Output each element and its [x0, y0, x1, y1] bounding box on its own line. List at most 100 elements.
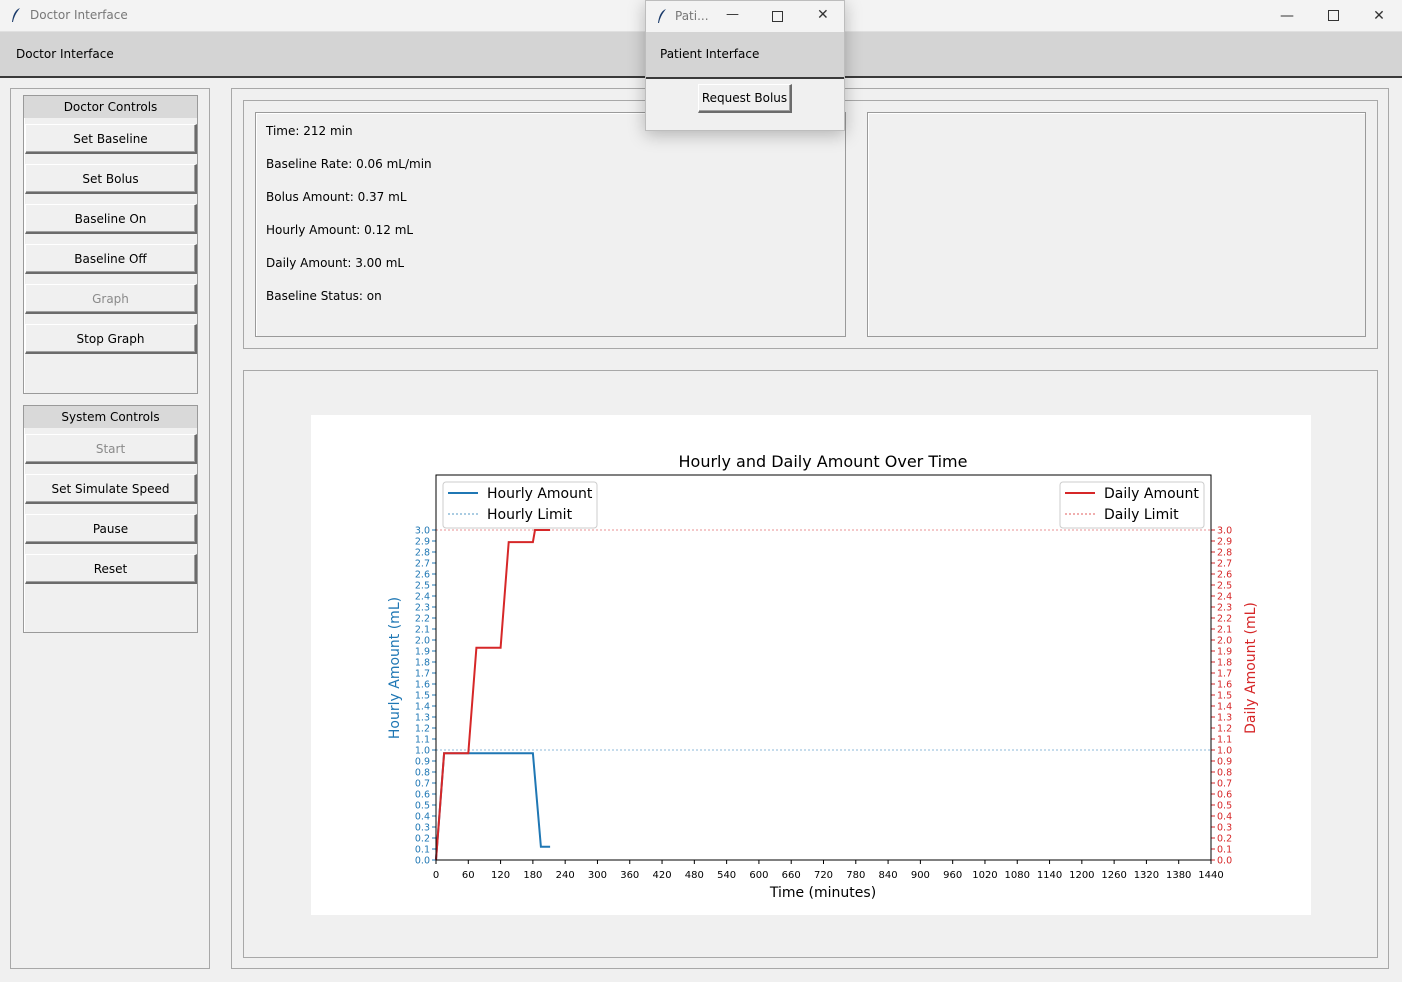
y-left-tick-label-25: 2.5 [415, 581, 430, 592]
y-right-tick-label-20: 2.0 [1217, 636, 1232, 647]
y-axis-right-label: Daily Amount (mL) [1243, 602, 1259, 734]
x-axis-label: Time (minutes) [769, 885, 876, 901]
x-tick-label-18: 1080 [1005, 870, 1030, 881]
y-right-tick-label-16: 1.6 [1217, 680, 1232, 691]
y-left-tick-label-15: 1.5 [415, 691, 430, 702]
status-info-panel: Time: 212 min Baseline Rate: 0.06 mL/min… [255, 112, 846, 337]
y-left-tick-label-14: 1.4 [415, 702, 430, 713]
x-tick-label-21: 1260 [1101, 870, 1126, 881]
x-tick-label-10: 600 [749, 870, 768, 881]
x-tick-label-22: 1320 [1134, 870, 1159, 881]
y-left-tick-label-26: 2.6 [415, 570, 430, 581]
reset-button[interactable]: Reset [25, 554, 197, 584]
set-bolus-button[interactable]: Set Bolus [25, 164, 197, 194]
x-tick-label-20: 1200 [1069, 870, 1094, 881]
y-right-tick-label-19: 1.9 [1217, 647, 1232, 658]
y-left-tick-label-12: 1.2 [415, 724, 430, 735]
x-tick-label-23: 1380 [1166, 870, 1191, 881]
y-right-tick-label-3: 0.3 [1217, 823, 1232, 834]
y-left-tick-label-3: 0.3 [415, 823, 430, 834]
patient-maximize-button[interactable] [772, 11, 783, 22]
feather-app-icon [12, 8, 20, 22]
set-baseline-button[interactable]: Set Baseline [25, 124, 197, 154]
y-right-tick-label-30: 3.0 [1217, 526, 1232, 537]
patient-minimize-button[interactable]: — [726, 7, 739, 22]
y-left-tick-label-9: 0.9 [415, 757, 430, 768]
y-left-tick-label-23: 2.3 [415, 603, 430, 614]
set-simulate-speed-button[interactable]: Set Simulate Speed [25, 474, 197, 504]
legend-left: Hourly Amount Hourly Limit [442, 481, 598, 529]
y-right-tick-label-13: 1.3 [1217, 713, 1232, 724]
y-right-tick-label-14: 1.4 [1217, 702, 1232, 713]
y-axis-left-label: Hourly Amount (mL) [387, 597, 403, 739]
maximize-button[interactable] [1310, 0, 1356, 31]
start-button[interactable]: Start [25, 434, 197, 464]
empty-status-panel [867, 112, 1366, 337]
patient-close-button[interactable]: ✕ [817, 7, 829, 23]
baseline-rate-readout: Baseline Rate: 0.06 mL/min [266, 157, 432, 171]
close-button[interactable]: ✕ [1356, 0, 1402, 31]
patient-header-bar: Patient Interface [646, 32, 844, 79]
doctor-controls-title: Doctor Controls [24, 96, 197, 118]
patient-title-bar[interactable]: Pati... — ✕ [646, 1, 844, 32]
plot-frame [435, 474, 1212, 861]
bolus-amount-readout: Bolus Amount: 0.37 mL [266, 190, 407, 204]
y-left-tick-label-1: 0.1 [415, 845, 430, 856]
y-left-tick-label-21: 2.1 [415, 625, 430, 636]
request-bolus-button[interactable]: Request Bolus [698, 84, 792, 113]
x-tick-label-15: 900 [911, 870, 930, 881]
y-left-tick-label-7: 0.7 [415, 779, 430, 790]
x-tick-label-1: 60 [462, 870, 475, 881]
x-tick-label-11: 660 [782, 870, 801, 881]
daily-amount-readout: Daily Amount: 3.00 mL [266, 256, 405, 270]
x-tick-label-14: 840 [879, 870, 898, 881]
baseline-on-button[interactable]: Baseline On [25, 204, 197, 234]
stop-graph-button[interactable]: Stop Graph [25, 324, 197, 354]
y-right-tick-label-24: 2.4 [1217, 592, 1232, 603]
y-left-tick-label-20: 2.0 [415, 636, 430, 647]
series-line-1 [435, 529, 551, 861]
x-tick-label-17: 1020 [972, 870, 997, 881]
chart-title: Hourly and Daily Amount Over Time [679, 452, 968, 471]
y-right-tick-label-0: 0.0 [1217, 856, 1232, 867]
patient-window[interactable]: Pati... — ✕ Patient Interface Request Bo… [645, 0, 845, 131]
minimize-icon: — [1280, 7, 1294, 24]
x-tick-label-16: 960 [943, 870, 962, 881]
y-right-tick-label-10: 1.0 [1217, 746, 1232, 757]
doctor-controls-panel: Doctor Controls Set Baseline Set Bolus B… [23, 95, 198, 394]
patient-window-title: Pati... [675, 9, 709, 23]
baseline-status-readout: Baseline Status: on [266, 289, 382, 303]
feather-app-icon [658, 9, 666, 23]
y-right-tick-label-23: 2.3 [1217, 603, 1232, 614]
pause-button[interactable]: Pause [25, 514, 197, 544]
y-left-tick-label-11: 1.1 [415, 735, 430, 746]
y-left-tick-label-8: 0.8 [415, 768, 430, 779]
minimize-button[interactable]: — [1264, 0, 1310, 31]
y-left-tick-label-19: 1.9 [415, 647, 430, 658]
legend-daily-limit-label: Daily Limit [1104, 507, 1179, 523]
y-left-tick-label-18: 1.8 [415, 658, 430, 669]
graph-button[interactable]: Graph [25, 284, 197, 314]
x-tick-label-3: 180 [523, 870, 542, 881]
legend-daily-amount-label: Daily Amount [1104, 486, 1199, 502]
y-right-tick-label-27: 2.7 [1217, 559, 1232, 570]
y-left-tick-label-16: 1.6 [415, 680, 430, 691]
y-left-tick-label-4: 0.4 [415, 812, 430, 823]
x-tick-label-12: 720 [814, 870, 833, 881]
y-right-tick-label-15: 1.5 [1217, 691, 1232, 702]
y-left-tick-label-10: 1.0 [415, 746, 430, 757]
y-right-tick-label-25: 2.5 [1217, 581, 1232, 592]
y-right-tick-label-18: 1.8 [1217, 658, 1232, 669]
x-tick-label-2: 120 [491, 870, 510, 881]
y-right-tick-label-5: 0.5 [1217, 801, 1232, 812]
x-tick-label-9: 540 [717, 870, 736, 881]
y-right-tick-label-6: 0.6 [1217, 790, 1232, 801]
close-icon: ✕ [1373, 7, 1385, 24]
y-left-tick-label-29: 2.9 [415, 537, 430, 548]
y-left-tick-label-17: 1.7 [415, 669, 430, 680]
baseline-off-button[interactable]: Baseline Off [25, 244, 197, 274]
x-tick-label-19: 1140 [1037, 870, 1062, 881]
y-right-tick-label-22: 2.2 [1217, 614, 1232, 625]
y-left-tick-label-5: 0.5 [415, 801, 430, 812]
y-left-tick-label-0: 0.0 [415, 856, 430, 867]
